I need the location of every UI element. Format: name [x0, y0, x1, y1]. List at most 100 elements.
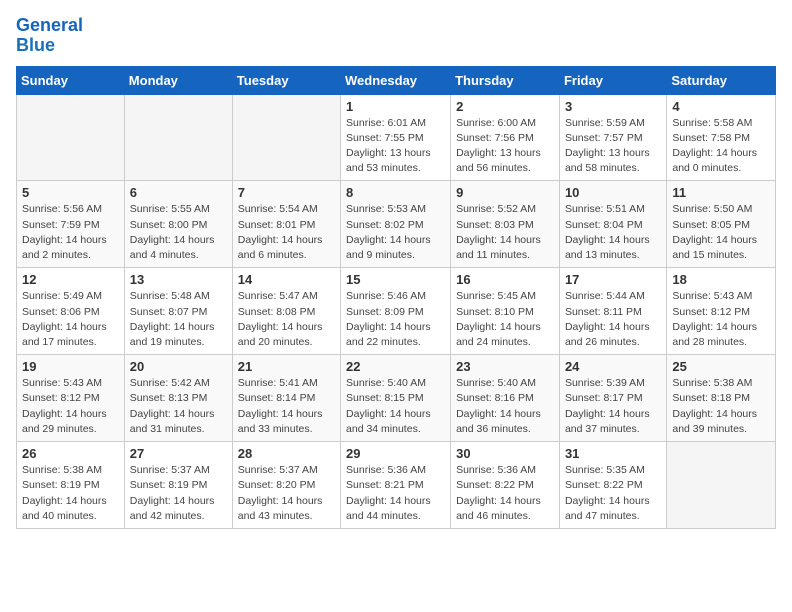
day-cell: 20 Sunrise: 5:42 AM Sunset: 8:13 PM Dayli…	[124, 355, 232, 442]
day-info: Sunrise: 5:41 AM Sunset: 8:14 PM Dayligh…	[238, 376, 335, 437]
day-info: Sunrise: 5:47 AM Sunset: 8:08 PM Dayligh…	[238, 289, 335, 350]
day-info: Sunrise: 5:36 AM Sunset: 8:21 PM Dayligh…	[346, 463, 445, 524]
day-number: 26	[22, 446, 119, 461]
day-number: 25	[672, 359, 770, 374]
header-cell-friday: Friday	[559, 66, 666, 94]
day-info: Sunrise: 5:38 AM Sunset: 8:18 PM Dayligh…	[672, 376, 770, 437]
day-info: Sunrise: 5:54 AM Sunset: 8:01 PM Dayligh…	[238, 202, 335, 263]
day-info: Sunrise: 5:38 AM Sunset: 8:19 PM Dayligh…	[22, 463, 119, 524]
header-cell-thursday: Thursday	[451, 66, 560, 94]
day-info: Sunrise: 5:37 AM Sunset: 8:19 PM Dayligh…	[130, 463, 227, 524]
day-cell: 10 Sunrise: 5:51 AM Sunset: 8:04 PM Dayli…	[559, 181, 666, 268]
header-cell-tuesday: Tuesday	[232, 66, 340, 94]
day-cell: 31Sunrise: 5:35 AM Sunset: 8:22 PM Dayli…	[559, 442, 666, 529]
day-number: 18	[672, 272, 770, 287]
day-number: 8	[346, 185, 445, 200]
calendar-table: SundayMondayTuesdayWednesdayThursdayFrid…	[16, 66, 776, 529]
day-info: Sunrise: 6:01 AM Sunset: 7:55 PM Dayligh…	[346, 116, 445, 177]
week-row-5: 26 Sunrise: 5:38 AM Sunset: 8:19 PM Dayli…	[17, 442, 776, 529]
day-cell: 23 Sunrise: 5:40 AM Sunset: 8:16 PM Dayli…	[451, 355, 560, 442]
day-info: Sunrise: 5:42 AM Sunset: 8:13 PM Dayligh…	[130, 376, 227, 437]
day-cell: 11Sunrise: 5:50 AM Sunset: 8:05 PM Dayli…	[667, 181, 776, 268]
day-cell: 21 Sunrise: 5:41 AM Sunset: 8:14 PM Dayli…	[232, 355, 340, 442]
day-number: 3	[565, 99, 661, 114]
day-cell: 24 Sunrise: 5:39 AM Sunset: 8:17 PM Dayli…	[559, 355, 666, 442]
day-cell: 30 Sunrise: 5:36 AM Sunset: 8:22 PM Dayli…	[451, 442, 560, 529]
header-cell-sunday: Sunday	[17, 66, 125, 94]
day-cell: 28 Sunrise: 5:37 AM Sunset: 8:20 PM Dayli…	[232, 442, 340, 529]
day-number: 24	[565, 359, 661, 374]
day-number: 30	[456, 446, 554, 461]
day-info: Sunrise: 5:44 AM Sunset: 8:11 PM Dayligh…	[565, 289, 661, 350]
day-number: 11	[672, 185, 770, 200]
day-info: Sunrise: 6:00 AM Sunset: 7:56 PM Dayligh…	[456, 116, 554, 177]
day-info: Sunrise: 5:43 AM Sunset: 8:12 PM Dayligh…	[672, 289, 770, 350]
day-number: 7	[238, 185, 335, 200]
week-row-2: 5 Sunrise: 5:56 AM Sunset: 7:59 PM Daylig…	[17, 181, 776, 268]
day-info: Sunrise: 5:51 AM Sunset: 8:04 PM Dayligh…	[565, 202, 661, 263]
day-info: Sunrise: 5:48 AM Sunset: 8:07 PM Dayligh…	[130, 289, 227, 350]
day-number: 21	[238, 359, 335, 374]
day-cell: 16Sunrise: 5:45 AM Sunset: 8:10 PM Dayli…	[451, 268, 560, 355]
day-number: 5	[22, 185, 119, 200]
day-cell: 9Sunrise: 5:52 AM Sunset: 8:03 PM Daylig…	[451, 181, 560, 268]
day-info: Sunrise: 5:55 AM Sunset: 8:00 PM Dayligh…	[130, 202, 227, 263]
day-cell	[17, 94, 125, 181]
week-row-4: 19 Sunrise: 5:43 AM Sunset: 8:12 PM Dayli…	[17, 355, 776, 442]
day-number: 19	[22, 359, 119, 374]
page-header: General Blue GeneralBlue	[16, 16, 776, 56]
day-number: 20	[130, 359, 227, 374]
day-number: 23	[456, 359, 554, 374]
day-number: 13	[130, 272, 227, 287]
day-cell: 14 Sunrise: 5:47 AM Sunset: 8:08 PM Dayli…	[232, 268, 340, 355]
day-number: 15	[346, 272, 445, 287]
day-number: 27	[130, 446, 227, 461]
header-cell-saturday: Saturday	[667, 66, 776, 94]
logo: General Blue GeneralBlue	[16, 16, 83, 56]
day-number: 10	[565, 185, 661, 200]
day-number: 2	[456, 99, 554, 114]
week-row-3: 12Sunrise: 5:49 AM Sunset: 8:06 PM Dayli…	[17, 268, 776, 355]
header-row: SundayMondayTuesdayWednesdayThursdayFrid…	[17, 66, 776, 94]
day-number: 22	[346, 359, 445, 374]
day-number: 28	[238, 446, 335, 461]
day-number: 14	[238, 272, 335, 287]
day-cell: 6 Sunrise: 5:55 AM Sunset: 8:00 PM Daylig…	[124, 181, 232, 268]
day-cell: 5 Sunrise: 5:56 AM Sunset: 7:59 PM Daylig…	[17, 181, 125, 268]
day-number: 17	[565, 272, 661, 287]
day-cell: 18 Sunrise: 5:43 AM Sunset: 8:12 PM Dayli…	[667, 268, 776, 355]
day-cell: 1 Sunrise: 6:01 AM Sunset: 7:55 PM Daylig…	[341, 94, 451, 181]
day-cell: 29 Sunrise: 5:36 AM Sunset: 8:21 PM Dayli…	[341, 442, 451, 529]
day-cell: 4 Sunrise: 5:58 AM Sunset: 7:58 PM Daylig…	[667, 94, 776, 181]
day-cell: 25 Sunrise: 5:38 AM Sunset: 8:18 PM Dayli…	[667, 355, 776, 442]
day-info: Sunrise: 5:49 AM Sunset: 8:06 PM Dayligh…	[22, 289, 119, 350]
day-info: Sunrise: 5:59 AM Sunset: 7:57 PM Dayligh…	[565, 116, 661, 177]
day-number: 9	[456, 185, 554, 200]
day-cell: 13 Sunrise: 5:48 AM Sunset: 8:07 PM Dayli…	[124, 268, 232, 355]
day-info: Sunrise: 5:35 AM Sunset: 8:22 PM Dayligh…	[565, 463, 661, 524]
header-cell-monday: Monday	[124, 66, 232, 94]
day-info: Sunrise: 5:58 AM Sunset: 7:58 PM Dayligh…	[672, 116, 770, 177]
week-row-1: 1 Sunrise: 6:01 AM Sunset: 7:55 PM Daylig…	[17, 94, 776, 181]
day-info: Sunrise: 5:43 AM Sunset: 8:12 PM Dayligh…	[22, 376, 119, 437]
day-info: Sunrise: 5:56 AM Sunset: 7:59 PM Dayligh…	[22, 202, 119, 263]
day-cell: 2 Sunrise: 6:00 AM Sunset: 7:56 PM Daylig…	[451, 94, 560, 181]
day-number: 6	[130, 185, 227, 200]
day-info: Sunrise: 5:45 AM Sunset: 8:10 PM Dayligh…	[456, 289, 554, 350]
day-number: 1	[346, 99, 445, 114]
day-info: Sunrise: 5:37 AM Sunset: 8:20 PM Dayligh…	[238, 463, 335, 524]
day-cell	[124, 94, 232, 181]
logo-text: GeneralBlue	[16, 16, 83, 56]
day-cell: 26 Sunrise: 5:38 AM Sunset: 8:19 PM Dayli…	[17, 442, 125, 529]
day-cell: 7 Sunrise: 5:54 AM Sunset: 8:01 PM Daylig…	[232, 181, 340, 268]
day-info: Sunrise: 5:53 AM Sunset: 8:02 PM Dayligh…	[346, 202, 445, 263]
day-info: Sunrise: 5:39 AM Sunset: 8:17 PM Dayligh…	[565, 376, 661, 437]
day-cell: 3 Sunrise: 5:59 AM Sunset: 7:57 PM Daylig…	[559, 94, 666, 181]
day-number: 4	[672, 99, 770, 114]
day-info: Sunrise: 5:40 AM Sunset: 8:16 PM Dayligh…	[456, 376, 554, 437]
day-info: Sunrise: 5:36 AM Sunset: 8:22 PM Dayligh…	[456, 463, 554, 524]
day-cell: 8 Sunrise: 5:53 AM Sunset: 8:02 PM Daylig…	[341, 181, 451, 268]
day-number: 29	[346, 446, 445, 461]
day-cell: 12Sunrise: 5:49 AM Sunset: 8:06 PM Dayli…	[17, 268, 125, 355]
day-cell: 15Sunrise: 5:46 AM Sunset: 8:09 PM Dayli…	[341, 268, 451, 355]
